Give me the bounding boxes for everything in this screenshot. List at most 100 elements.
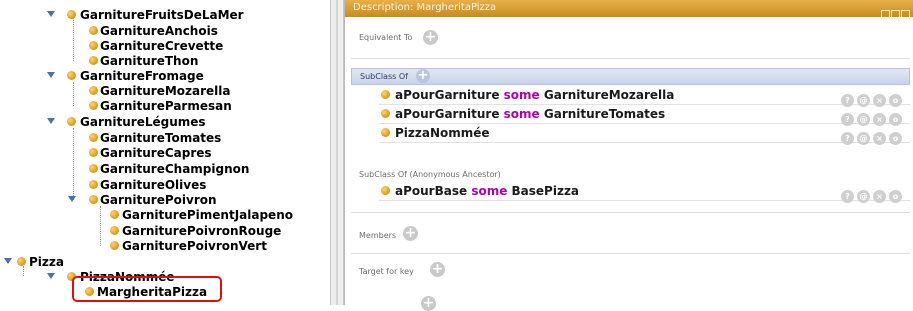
- explain-icon[interactable]: ?: [841, 190, 854, 203]
- delete-icon[interactable]: ×: [873, 132, 886, 145]
- explain-icon[interactable]: ?: [841, 132, 854, 145]
- tree-node-garniture-poivron[interactable]: GarniturePoivron: [0, 192, 300, 208]
- tree-node-garniture-parmesan[interactable]: GarnitureParmesan: [0, 98, 300, 114]
- tree-node-label: GarnitureMozarella: [100, 84, 231, 98]
- tree-node-garniture-anchois[interactable]: GarnitureAnchois: [0, 23, 300, 39]
- equivalent-to-label: Equivalent To: [359, 33, 413, 42]
- anonymous-ancestor-label: SubClass Of (Anonymous Ancestor): [359, 170, 501, 179]
- collapse-toggle-icon[interactable]: [47, 72, 55, 78]
- section-separator: [351, 253, 910, 254]
- collapse-toggle-icon[interactable]: [47, 273, 55, 279]
- tree-node-garniture-poivron-vert[interactable]: GarniturePoivronVert: [0, 238, 320, 254]
- edit-icon[interactable]: o: [889, 190, 902, 203]
- add-key-button[interactable]: +: [430, 262, 445, 277]
- close-icon[interactable]: [901, 10, 910, 19]
- tree-node-label: GarnitureTomates: [100, 131, 222, 145]
- class-icon: [381, 128, 390, 137]
- axiom-row[interactable]: PizzaNommée ? @ × o: [379, 124, 910, 145]
- window-buttons: [880, 4, 910, 23]
- tree-node-garniture-tomates[interactable]: GarnitureTomates: [0, 130, 300, 146]
- tree-node-garniture-fromage[interactable]: GarnitureFromage: [0, 68, 300, 84]
- section-separator: [351, 212, 910, 213]
- tree-node-label: GarnitureParmesan: [100, 99, 232, 113]
- tree-node-garniture-fruits-de-la-mer[interactable]: GarnitureFruitsDeLaMer: [0, 7, 300, 23]
- axiom-text: aPourGarniture some GarnitureTomates: [395, 107, 666, 121]
- add-member-button[interactable]: +: [403, 226, 418, 241]
- class-icon: [89, 26, 98, 35]
- class-icon: [89, 101, 98, 110]
- class-icon: [67, 10, 76, 19]
- tree-node-label: GarnitureCrevette: [100, 39, 224, 53]
- tree-node-garniture-mozarella[interactable]: GarnitureMozarella: [0, 83, 300, 99]
- class-icon: [89, 41, 98, 50]
- maximize-icon[interactable]: [891, 10, 900, 19]
- tree-node-label: GarnitureCapres: [100, 146, 212, 160]
- tree-node-garniture-piment-jalapeno[interactable]: GarniturePimentJalapeno: [0, 207, 320, 223]
- annotate-icon[interactable]: @: [857, 132, 870, 145]
- tree-node-garniture-capres[interactable]: GarnitureCapres: [0, 145, 300, 161]
- tree-node-label: GarnitureLégumes: [80, 115, 206, 129]
- members-label: Members: [359, 231, 397, 240]
- tree-node-label: GarnitureOlives: [100, 178, 207, 192]
- tree-node-label: GarnitureFruitsDeLaMer: [80, 8, 244, 22]
- panel-title: Description: MargheritaPizza: [353, 2, 497, 13]
- collapse-toggle-icon[interactable]: [47, 118, 55, 124]
- class-icon: [17, 257, 26, 266]
- class-icon: [89, 195, 98, 204]
- class-icon: [381, 90, 390, 99]
- tree-node-label: GarniturePimentJalapeno: [122, 208, 293, 222]
- tree-node-garniture-champignon[interactable]: GarnitureChampignon: [0, 161, 300, 177]
- axiom-row[interactable]: aPourBase some BasePizza ? @ × o: [379, 182, 910, 203]
- subclass-of-label: SubClass Of: [360, 72, 408, 81]
- tree-node-label: GarniturePoivronRouge: [122, 224, 282, 238]
- class-icon: [110, 226, 119, 235]
- description-panel: Description: MargheritaPizza Equivalent …: [344, 0, 913, 311]
- divider-grip: [336, 0, 338, 305]
- tree-node-label: GarnitureAnchois: [100, 24, 218, 38]
- add-button-partial[interactable]: +: [421, 296, 436, 311]
- target-for-key-label: Target for key: [359, 267, 414, 276]
- axiom-text: aPourGarniture some GarnitureMozarella: [395, 88, 675, 102]
- tree-node-label: Pizza: [29, 255, 64, 269]
- class-icon: [110, 210, 119, 219]
- class-icon: [89, 180, 98, 189]
- tree-node-label: GarnitureFromage: [80, 69, 204, 83]
- tree-node-label: GarnitureChampignon: [100, 162, 250, 176]
- axiom-actions: ? @ × o: [838, 126, 902, 145]
- class-hierarchy-tree: GarnitureFruitsDeLaMer GarnitureAnchois …: [0, 0, 330, 305]
- add-equivalent-button[interactable]: +: [423, 30, 438, 45]
- collapse-toggle-icon[interactable]: [68, 196, 76, 202]
- collapse-toggle-icon[interactable]: [4, 258, 12, 264]
- split-pane-divider[interactable]: [330, 0, 344, 305]
- tree-node-garniture-crevette[interactable]: GarnitureCrevette: [0, 38, 300, 54]
- edit-icon[interactable]: o: [889, 132, 902, 145]
- section-separator: [351, 58, 910, 59]
- class-icon: [67, 71, 76, 80]
- delete-icon[interactable]: ×: [873, 190, 886, 203]
- class-icon: [67, 117, 76, 126]
- axiom-text: aPourBase some BasePizza: [395, 184, 580, 198]
- tree-node-garniture-thon[interactable]: GarnitureThon: [0, 53, 300, 69]
- class-icon: [89, 86, 98, 95]
- tree-node-garniture-olives[interactable]: GarnitureOlives: [0, 177, 300, 193]
- class-icon: [89, 164, 98, 173]
- class-icon: [89, 148, 98, 157]
- axiom-text: PizzaNommée: [395, 126, 490, 140]
- tree-node-garniture-legumes[interactable]: GarnitureLégumes: [0, 114, 300, 130]
- add-subclass-button[interactable]: +: [416, 69, 430, 83]
- tree-node-label: GarnitureThon: [100, 54, 199, 68]
- selection-highlight: [72, 276, 222, 302]
- axiom-row[interactable]: aPourGarniture some GarnitureTomates ? @ ×…: [379, 105, 910, 126]
- annotate-icon[interactable]: @: [857, 190, 870, 203]
- class-icon: [110, 241, 119, 250]
- class-icon: [381, 109, 390, 118]
- restore-icon[interactable]: [881, 10, 890, 19]
- tree-node-garniture-poivron-rouge[interactable]: GarniturePoivronRouge: [0, 223, 320, 239]
- class-icon: [89, 133, 98, 142]
- axiom-row[interactable]: aPourGarniture some GarnitureMozarella ?…: [379, 86, 910, 107]
- panel-title-bar: Description: MargheritaPizza: [345, 0, 913, 19]
- tree-node-pizza[interactable]: Pizza: [0, 254, 200, 270]
- subclass-of-header: SubClass Of +: [351, 68, 910, 85]
- tree-node-label: GarniturePoivron: [100, 193, 217, 207]
- collapse-toggle-icon[interactable]: [47, 11, 55, 17]
